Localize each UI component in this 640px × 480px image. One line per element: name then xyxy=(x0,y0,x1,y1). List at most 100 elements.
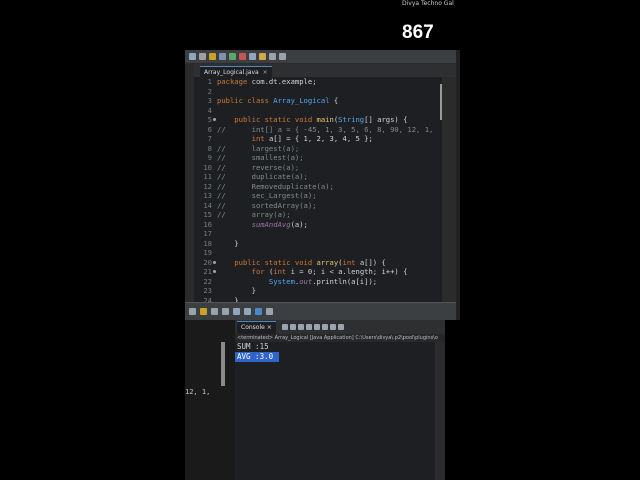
code-line[interactable]: 14 // sortedArray(a); xyxy=(194,201,442,211)
code-line[interactable]: 7 int a[] = { 1, 2, 3, 4, 5 }; xyxy=(194,134,442,144)
line-number: 17 xyxy=(203,229,212,238)
code-line[interactable]: 4 xyxy=(194,106,442,116)
line-number: 7 xyxy=(207,134,212,143)
line-number: 3 xyxy=(207,96,212,105)
code-line[interactable]: 21 for (int i = 0; i < a.length; i++) { xyxy=(194,267,442,277)
code-text: public class Array_Logical { xyxy=(217,96,339,105)
line-number: 19 xyxy=(203,248,212,257)
line-number: 6 xyxy=(207,124,212,134)
nav-back-icon[interactable] xyxy=(211,308,218,315)
open-icon[interactable] xyxy=(209,53,216,60)
console-line[interactable]: AVG :3.0 xyxy=(235,352,280,362)
new-icon[interactable] xyxy=(189,53,196,60)
back-icon[interactable] xyxy=(269,53,276,60)
video-counter: 867 xyxy=(402,22,434,43)
outline-scroll-thumb[interactable] xyxy=(221,342,225,386)
editor-scroll-track[interactable] xyxy=(442,77,456,302)
code-line[interactable]: 16 sumAndAvg(a); xyxy=(194,220,442,230)
code-line[interactable]: 15 // array(a); xyxy=(194,210,442,220)
code-text: sumAndAvg(a); xyxy=(217,219,308,229)
editor-tab-label: Array_Logical.java xyxy=(204,69,259,76)
code-line[interactable]: 9 // smallest(a); xyxy=(194,153,442,163)
code-line[interactable]: 19 xyxy=(194,248,442,258)
save-icon[interactable] xyxy=(199,53,206,60)
line-number: 1 xyxy=(207,77,212,86)
fold-marker-icon[interactable] xyxy=(213,260,216,264)
java-perspective-icon[interactable] xyxy=(255,308,262,315)
code-text: int a[] = { 1, 2, 3, 4, 5 }; xyxy=(217,134,373,143)
code-line[interactable]: 22 System.out.println(a[i]); xyxy=(194,277,442,287)
code-text: // sec_Largest(a); xyxy=(217,191,317,200)
code-text: // sortedArray(a); xyxy=(217,200,317,210)
editor-scroll-thumb[interactable] xyxy=(440,84,442,120)
forward-icon[interactable] xyxy=(279,53,286,60)
package-icon[interactable] xyxy=(259,53,266,60)
console-line[interactable]: SUM :15 xyxy=(235,342,269,351)
console-tab[interactable]: Console × xyxy=(237,320,276,334)
debug-perspective-icon[interactable] xyxy=(266,308,273,315)
line-number: 14 xyxy=(203,200,212,210)
code-line[interactable]: 20 public static void array(int a[]) { xyxy=(194,258,442,268)
edit-icon[interactable] xyxy=(200,308,207,315)
channel-watermark: Divya Techno Gal xyxy=(402,0,454,7)
code-text: public static void main(String[] args) { xyxy=(217,115,408,124)
toggle-icon[interactable] xyxy=(189,308,196,315)
debug-icon[interactable] xyxy=(219,53,226,60)
perspective-icon[interactable] xyxy=(233,308,240,315)
code-line[interactable]: 3 public class Array_Logical { xyxy=(194,96,442,106)
code-line[interactable]: 1 package com.dt.example; xyxy=(194,77,442,87)
code-text: // reverse(a); xyxy=(217,162,300,172)
code-line[interactable]: 2 xyxy=(194,87,442,97)
run-icon[interactable] xyxy=(229,53,236,60)
line-number: 2 xyxy=(207,86,212,96)
line-number: 8 xyxy=(207,143,212,153)
scroll-lock-icon[interactable] xyxy=(305,324,312,330)
code-line[interactable]: 8 // largest(a); xyxy=(194,144,442,154)
nav-forward-icon[interactable] xyxy=(222,308,229,315)
code-line[interactable]: 12 // Removeduplicate(a); xyxy=(194,182,442,192)
open-console-icon[interactable] xyxy=(329,324,336,330)
clear-console-icon[interactable] xyxy=(297,324,304,330)
line-number: 20 xyxy=(203,257,212,267)
code-line[interactable]: 5 public static void main(String[] args)… xyxy=(194,115,442,125)
display-console-icon[interactable] xyxy=(321,324,328,330)
line-number: 12 xyxy=(203,181,212,191)
secondary-toolbar xyxy=(185,302,456,320)
code-text: public static void array(int a[]) { xyxy=(217,257,386,267)
code-text: package com.dt.example; xyxy=(217,77,317,86)
code-text: // int[] a = { -45, 1, 3, 5, 6, 8, 90, 1… xyxy=(217,124,434,134)
code-text: // duplicate(a); xyxy=(217,172,308,181)
close-icon[interactable]: × xyxy=(263,69,268,76)
code-line[interactable]: 10 // reverse(a); xyxy=(194,163,442,173)
code-line[interactable]: 13 // sec_Largest(a); xyxy=(194,191,442,201)
stop-icon[interactable] xyxy=(239,53,246,60)
console-output[interactable]: SUM :15 AVG :3.0 xyxy=(235,342,435,480)
search-icon[interactable] xyxy=(244,308,251,315)
code-text: // Removeduplicate(a); xyxy=(217,181,334,191)
close-icon[interactable]: × xyxy=(267,324,272,331)
terminate-icon[interactable] xyxy=(281,324,288,330)
search-icon[interactable] xyxy=(249,53,256,60)
console-tabbar: Console × xyxy=(235,320,445,334)
code-line[interactable]: 11 // duplicate(a); xyxy=(194,172,442,182)
line-number: 4 xyxy=(207,105,212,115)
code-line[interactable]: 18 } xyxy=(194,239,442,249)
fold-marker-icon[interactable] xyxy=(213,118,216,121)
remove-launch-icon[interactable] xyxy=(289,324,296,330)
code-line[interactable]: 23 } xyxy=(194,286,442,296)
line-number: 13 xyxy=(203,191,212,200)
line-number: 16 xyxy=(203,219,212,229)
fold-marker-icon[interactable] xyxy=(213,270,216,273)
console-scroll-track[interactable] xyxy=(435,342,445,480)
pin-icon[interactable] xyxy=(313,324,320,330)
line-number: 10 xyxy=(203,162,212,172)
code-line[interactable]: 17 xyxy=(194,229,442,239)
code-editor[interactable]: 1 package com.dt.example; 2 3 public class A… xyxy=(194,77,442,302)
code-line[interactable]: 6 // int[] a = { -45, 1, 3, 5, 6, 8, 90, … xyxy=(194,125,442,135)
code-text: System.out.println(a[i]); xyxy=(217,276,378,286)
code-text: // smallest(a); xyxy=(217,153,304,162)
line-number: 18 xyxy=(203,238,212,248)
line-number: 5 xyxy=(207,115,212,124)
minimize-icon[interactable] xyxy=(337,324,344,330)
line-number: 15 xyxy=(203,210,212,219)
